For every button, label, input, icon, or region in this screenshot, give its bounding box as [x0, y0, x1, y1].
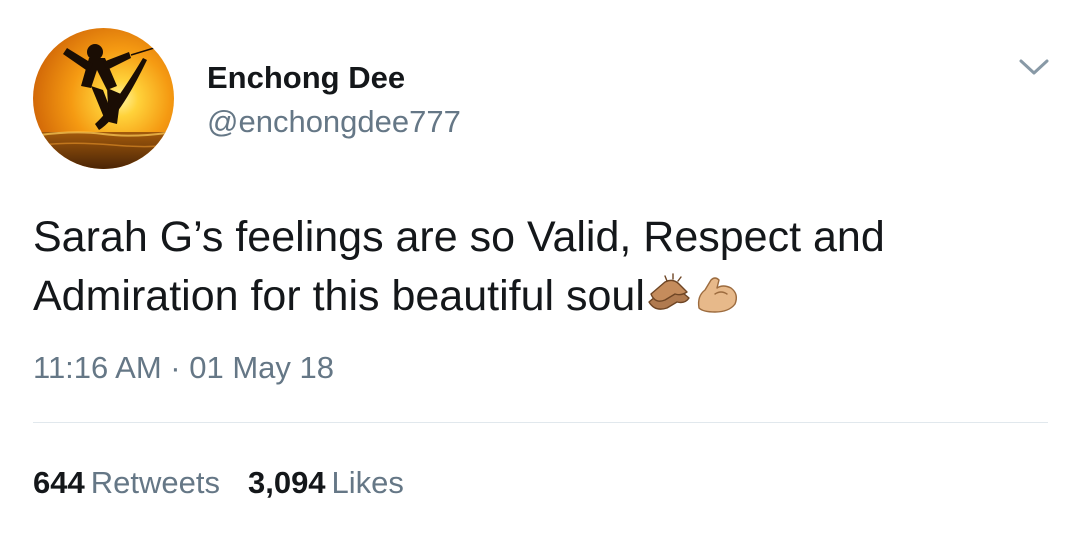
avatar[interactable]: [33, 28, 174, 169]
display-name[interactable]: Enchong Dee: [207, 60, 405, 96]
chevron-down-icon: [1019, 59, 1049, 75]
tweet-menu-button[interactable]: [1017, 52, 1051, 82]
retweets-label: Retweets: [90, 465, 220, 500]
likes-label: Likes: [331, 465, 404, 500]
flexed-biceps-icon: [693, 272, 741, 316]
user-handle[interactable]: @enchongdee777: [207, 104, 461, 140]
tweet-stats: 644 Retweets 3,094 Likes: [33, 464, 432, 502]
likes-count: 3,094: [247, 465, 326, 500]
clapping-hands-icon: [645, 272, 693, 316]
retweets-stat[interactable]: 644 Retweets: [33, 464, 220, 502]
tweet-body: Sarah G’s feelings are so Valid, Respect…: [33, 208, 1043, 326]
likes-stat[interactable]: 3,094 Likes: [248, 464, 404, 502]
divider: [33, 422, 1048, 423]
tweet-timestamp[interactable]: 11:16 AM · 01 May 18: [33, 349, 334, 387]
tweet-text: Sarah G’s feelings are so Valid, Respect…: [33, 213, 885, 320]
retweets-count: 644: [33, 465, 85, 500]
wakeboarder-sunset-avatar: [33, 28, 174, 169]
